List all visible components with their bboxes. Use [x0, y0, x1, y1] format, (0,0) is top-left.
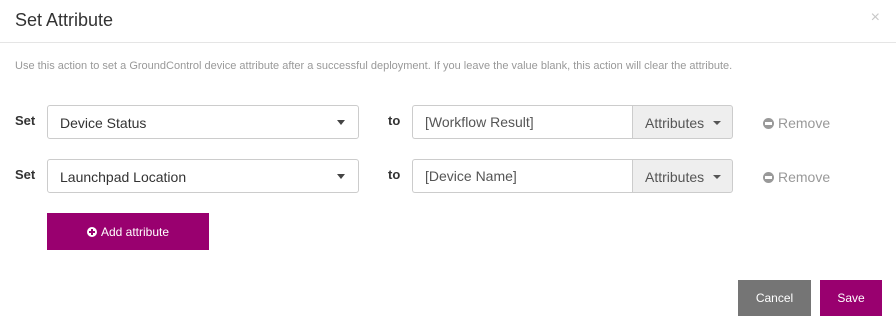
to-label: to: [388, 113, 401, 128]
remove-button[interactable]: Remove: [763, 115, 830, 131]
modal-header: Set Attribute ×: [0, 0, 896, 43]
attribute-select-value: Device Status: [60, 115, 147, 131]
to-label: to: [388, 167, 401, 182]
set-attribute-modal: Set Attribute × Use this action to set a…: [0, 0, 896, 331]
attribute-select[interactable]: Launchpad Location: [47, 159, 359, 193]
add-attribute-button[interactable]: Add attribute: [47, 213, 209, 250]
caret-down-icon: [337, 120, 345, 125]
attribute-row: Set Launchpad Location to Attributes Rem…: [0, 159, 896, 193]
minus-circle-icon: [763, 118, 774, 129]
caret-down-icon: [337, 174, 345, 179]
modal-description: Use this action to set a GroundControl d…: [15, 60, 733, 72]
caret-down-icon: [713, 175, 721, 179]
close-icon[interactable]: ×: [871, 9, 880, 27]
minus-circle-icon: [763, 172, 774, 183]
set-label: Set: [15, 167, 36, 182]
remove-label: Remove: [778, 115, 831, 131]
attribute-select-value: Launchpad Location: [60, 169, 187, 185]
add-attribute-label: Add attribute: [100, 224, 170, 239]
attribute-select[interactable]: Device Status: [47, 105, 359, 139]
plus-circle-icon: [86, 226, 97, 237]
attributes-dropdown-button[interactable]: Attributes: [632, 159, 733, 193]
attribute-value-input[interactable]: [412, 105, 633, 139]
caret-down-icon: [713, 121, 721, 125]
attribute-row: Set Device Status to Attributes Remove: [0, 105, 896, 139]
save-button[interactable]: Save: [820, 280, 882, 316]
attributes-dropdown-label: Attributes: [645, 169, 705, 185]
remove-label: Remove: [778, 169, 831, 185]
set-label: Set: [15, 113, 36, 128]
modal-title: Set Attribute: [15, 10, 114, 30]
attributes-dropdown-button[interactable]: Attributes: [632, 105, 733, 139]
remove-button[interactable]: Remove: [763, 169, 830, 185]
cancel-button[interactable]: Cancel: [738, 280, 811, 316]
attribute-value-input[interactable]: [412, 159, 633, 193]
attributes-dropdown-label: Attributes: [645, 115, 705, 131]
